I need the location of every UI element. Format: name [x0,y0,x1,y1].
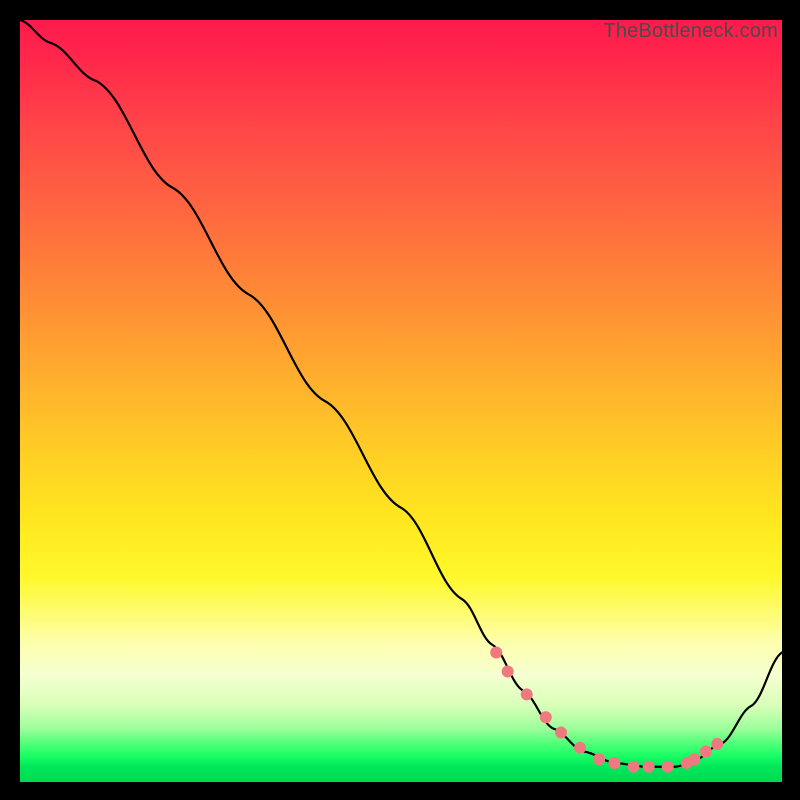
marker-dot [608,757,620,769]
curve-line [20,20,782,767]
chart-stage: TheBottleneck.com [0,0,800,800]
marker-dot [555,726,567,738]
marker-dot [643,761,655,773]
marker-dot [502,666,514,678]
marker-dot [662,761,674,773]
marker-dot [490,646,502,658]
chart-svg [20,20,782,782]
plot-area: TheBottleneck.com [20,20,782,782]
marker-dot [688,753,700,765]
marker-dot [700,746,712,758]
marker-dot [540,711,552,723]
curve-markers [490,646,723,772]
marker-dot [521,688,533,700]
marker-dot [711,738,723,750]
marker-dot [593,753,605,765]
marker-dot [627,761,639,773]
marker-dot [574,742,586,754]
